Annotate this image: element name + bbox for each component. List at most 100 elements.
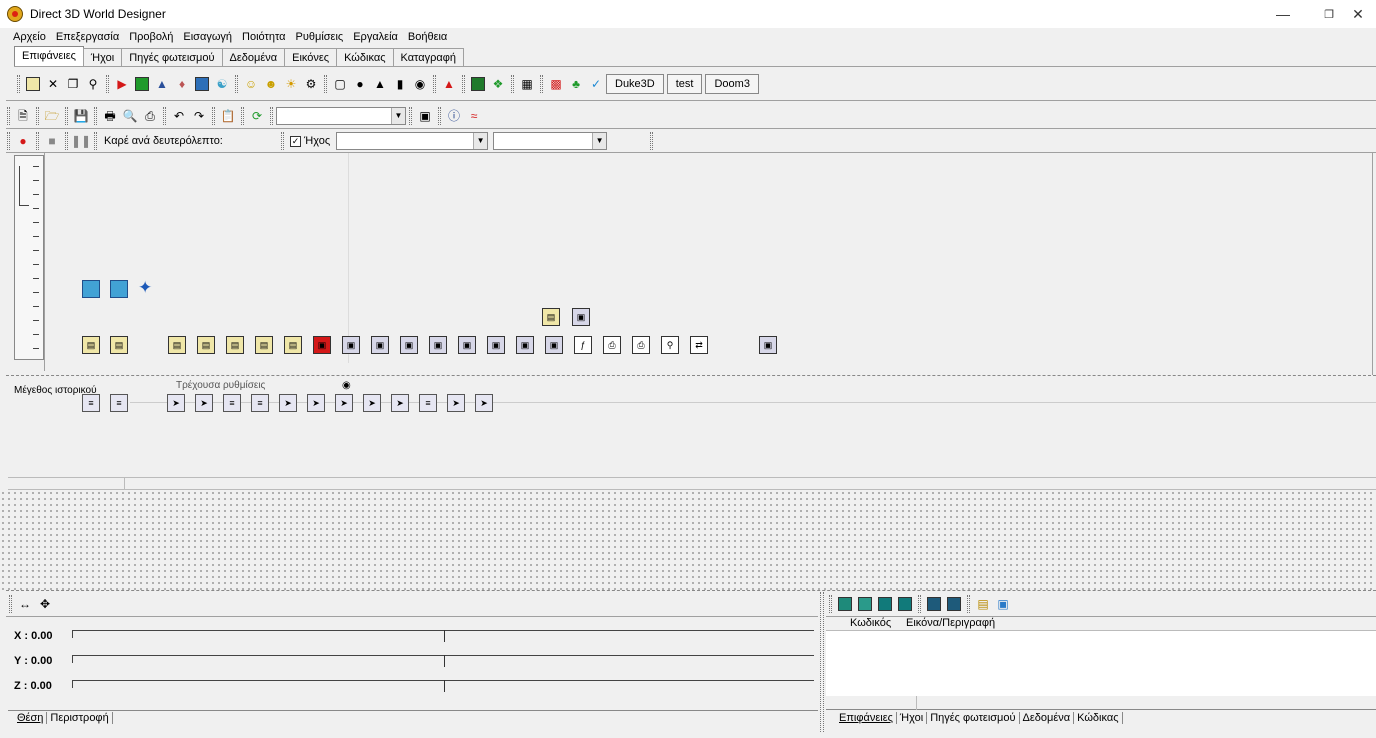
new-file-icon[interactable]: 🗎 (14, 107, 32, 125)
toolbar-grip[interactable] (511, 75, 514, 93)
menu-insert[interactable]: Εισαγωγή (183, 31, 232, 43)
tab-data-bottom[interactable]: Δεδομένα (1020, 712, 1075, 724)
cursor-icon[interactable]: ➤ (279, 394, 297, 412)
save-icon[interactable]: ▣ (400, 336, 418, 354)
cursor-icon[interactable]: ➤ (195, 394, 213, 412)
tab-surfaces-bottom[interactable]: Επιφάνειες (836, 712, 897, 724)
folder-icon[interactable]: ▤ (197, 336, 215, 354)
cursor-icon[interactable]: ➤ (475, 394, 493, 412)
folder-icon[interactable]: ▤ (110, 336, 128, 354)
folder-icon[interactable]: ▤ (974, 595, 992, 613)
camera-icon[interactable]: ◉ (342, 380, 351, 391)
paste-icon[interactable]: 📋 (219, 107, 237, 125)
toolbar-grip[interactable] (36, 132, 39, 150)
splitter[interactable] (6, 590, 1376, 591)
save-icon[interactable]: ▣ (342, 336, 360, 354)
save-icon[interactable]: ▣ (371, 336, 389, 354)
y-slider-thumb[interactable] (444, 655, 447, 667)
save-icon[interactable]: ▣ (487, 336, 505, 354)
toolbar-grip[interactable] (967, 595, 970, 613)
cursor-icon[interactable]: ➤ (363, 394, 381, 412)
objects-icon[interactable]: ♦ (173, 75, 191, 93)
menu-help[interactable]: Βοήθεια (408, 31, 447, 43)
toolbar-grip[interactable] (241, 107, 244, 125)
view-select[interactable]: ▼ (276, 107, 406, 125)
folder-icon[interactable]: ▤ (226, 336, 244, 354)
cone-icon[interactable]: ▲ (371, 75, 389, 93)
toolbar-grip[interactable] (7, 107, 10, 125)
tab-log[interactable]: Καταγραφή (392, 48, 464, 67)
save-red-icon[interactable]: ▣ (313, 336, 331, 354)
save-icon[interactable]: ▣ (458, 336, 476, 354)
move-icon[interactable]: ✥ (36, 595, 54, 613)
toolbar-grip[interactable] (433, 75, 436, 93)
align-icon[interactable]: ≡ (110, 394, 128, 412)
tab-code[interactable]: Κώδικας (336, 48, 394, 67)
toolbar-grip[interactable] (540, 75, 543, 93)
cursor-icon[interactable]: ➤ (167, 394, 185, 412)
column-code[interactable]: Κωδικός (850, 617, 906, 630)
sound-select[interactable]: ▼ (336, 132, 489, 150)
toolbar-grip[interactable] (163, 107, 166, 125)
save-icon[interactable]: 💾 (72, 107, 90, 125)
print-setup-icon[interactable]: ⎙ (141, 107, 159, 125)
horizontal-move-icon[interactable]: ↔ (16, 595, 34, 613)
chart-icon[interactable]: ▲ (440, 75, 458, 93)
toolbar-grip[interactable] (462, 75, 465, 93)
align-icon[interactable]: ≡ (251, 394, 269, 412)
refresh-icon[interactable]: ⟳ (248, 107, 266, 125)
cursor-icon[interactable]: ➤ (335, 394, 353, 412)
tab-data[interactable]: Δεδομένα (221, 48, 286, 67)
toolbar-grip[interactable] (94, 107, 97, 125)
dotted-canvas[interactable] (0, 490, 1376, 590)
toolbar-grip[interactable] (7, 132, 10, 150)
stop-icon[interactable]: ■ (43, 132, 61, 150)
sound-checkbox[interactable]: ✓ (290, 135, 301, 147)
pause-icon[interactable]: ❚❚ (71, 132, 91, 150)
z-slider[interactable] (72, 680, 814, 700)
undo-icon[interactable]: ↶ (170, 107, 188, 125)
texture-icon[interactable] (469, 75, 487, 93)
toolbar-grip[interactable] (270, 107, 273, 125)
sphere-icon[interactable]: ● (351, 75, 369, 93)
tab-rotation[interactable]: Περιστροφή (47, 712, 113, 724)
toolbar-grip[interactable] (235, 75, 238, 93)
tab-code-bottom[interactable]: Κώδικας (1074, 712, 1123, 724)
face-icon[interactable]: ☺ (242, 75, 260, 93)
smiley-icon[interactable]: ☻ (262, 75, 280, 93)
water-icon[interactable]: ☯ (213, 75, 231, 93)
magic-wand-icon[interactable]: ✦ (138, 278, 152, 298)
save-icon[interactable]: ▣ (572, 308, 590, 326)
toolbar-grip[interactable] (409, 107, 412, 125)
tab-surfaces[interactable]: Επιφάνειες (14, 46, 84, 67)
lightning-icon[interactable]: ✓ (587, 75, 605, 93)
green-square-icon[interactable] (133, 75, 151, 93)
toolbar-grip[interactable] (36, 107, 39, 125)
panel-icon[interactable] (925, 595, 943, 613)
resource-list[interactable] (826, 631, 1376, 696)
info-icon[interactable]: ⓘ (445, 107, 463, 125)
align-icon[interactable]: ≡ (223, 394, 241, 412)
menu-view[interactable]: Προβολή (129, 31, 173, 43)
ruler-slider[interactable] (19, 166, 29, 206)
delete-icon[interactable]: ✕ (44, 75, 62, 93)
copy-icon[interactable]: ❐ (64, 75, 82, 93)
vertical-splitter[interactable] (820, 592, 824, 732)
panel-icon[interactable] (876, 595, 894, 613)
minimize-button[interactable]: — (1260, 0, 1306, 28)
grid-icon[interactable]: ▦ (518, 75, 536, 93)
window-icon[interactable]: ▣ (416, 107, 434, 125)
disc-icon[interactable]: ◉ (411, 75, 429, 93)
vertical-ruler[interactable] (14, 155, 44, 360)
folder-icon[interactable]: ▤ (284, 336, 302, 354)
toolbar-grip[interactable] (212, 107, 215, 125)
select-tool-icon[interactable] (24, 75, 42, 93)
layer-icon[interactable] (82, 280, 100, 298)
tab-images[interactable]: Εικόνες (284, 48, 338, 67)
panel-icon[interactable] (896, 595, 914, 613)
cursor-icon[interactable]: ➤ (307, 394, 325, 412)
resize-icon[interactable]: ⇄ (690, 336, 708, 354)
search-icon[interactable]: ⚲ (661, 336, 679, 354)
toolbar-grip[interactable] (918, 595, 921, 613)
doom3-button[interactable]: Doom3 (705, 74, 759, 94)
